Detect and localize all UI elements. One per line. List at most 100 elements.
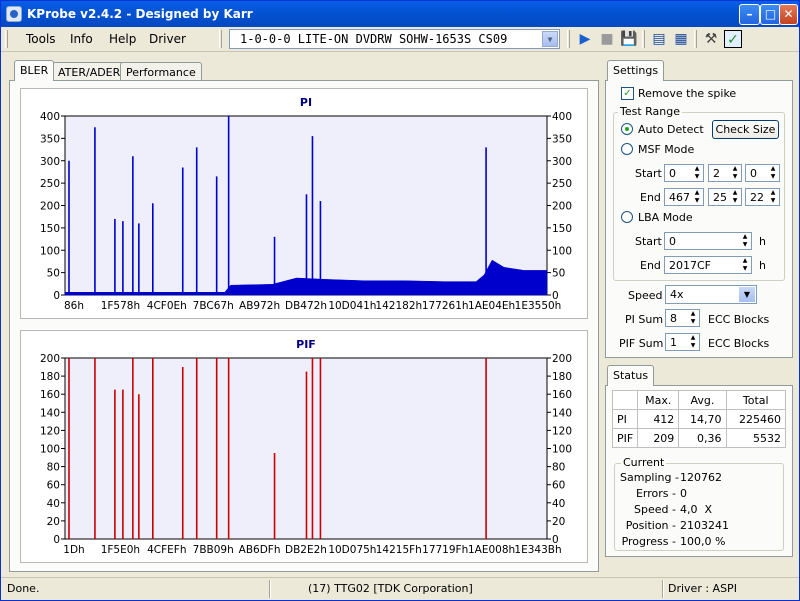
auto-detect-label: Auto Detect (638, 123, 704, 136)
window-title: KProbe v2.4.2 - Designed by Karr (27, 7, 253, 21)
progress-value: 100,0 % (680, 535, 726, 548)
pi-sum-input[interactable]: 8 ▲ ▼ (665, 309, 700, 327)
pif-y-tick-label-right: 100 (552, 444, 572, 456)
bler-panel: PI 0 0 50 50 100 100 150 150 200 200 250 250 300 300 35… (9, 80, 599, 572)
pi-sum-label: PI Sum (625, 313, 664, 326)
pif-total: 5532 (725, 428, 787, 448)
speed-select[interactable]: 4x ▼ (665, 285, 757, 304)
pi-x-tick-label: 7BC67h (193, 300, 234, 312)
auto-detect-radio[interactable] (621, 123, 633, 135)
tab-status[interactable]: Status (607, 365, 655, 386)
spin-arrows-icon[interactable]: ▲ ▼ (687, 334, 699, 350)
device-select[interactable]: 1-0-0-0 LITE-ON DVDRW SOHW-1653S CS09 ▼ (229, 29, 560, 49)
pi-x-tick-label: AB972h (239, 300, 280, 312)
spin-arrows-icon[interactable]: ▲ ▼ (691, 189, 703, 205)
menu-help[interactable]: Help (109, 32, 136, 46)
pi-x-tick-label: 1AE04Eh (468, 300, 515, 312)
msf-end-min[interactable]: 467 ▲ ▼ (664, 188, 704, 206)
menu-tools[interactable]: Tools (26, 32, 56, 46)
pi-ecc-blocks-label: ECC Blocks (708, 313, 770, 326)
position-label: Position - (625, 519, 676, 532)
lba-start-input[interactable]: 0 ▲ ▼ (664, 232, 752, 250)
speed-status-label: Speed - (634, 503, 676, 516)
pif-avg: 0,36 (678, 428, 727, 448)
spin-arrows-icon[interactable]: ▲ ▼ (687, 310, 699, 326)
play-icon[interactable]: ▶ (576, 30, 594, 48)
stats-header-row: Max. Avg. Total (611, 390, 787, 410)
check-size-button[interactable]: Check Size (712, 120, 779, 139)
lba-mode-radio[interactable] (621, 211, 633, 223)
spin-arrows-icon[interactable]: ▲ ▼ (767, 165, 779, 181)
save-icon[interactable]: 💾 (620, 30, 638, 48)
calendar-grid-icon[interactable]: ▦ (672, 30, 690, 48)
close-button[interactable]: ✕ (779, 4, 798, 25)
spin-arrows-icon[interactable]: ▲ ▼ (739, 233, 751, 249)
pif-y-tick-label: 180 (40, 371, 60, 383)
msf-start-min[interactable]: 0 ▲ ▼ (664, 164, 704, 182)
current-legend: Current (621, 456, 667, 469)
chevron-down-icon[interactable]: ▼ (739, 287, 755, 302)
pif-x-tick-label: 1F5E0h (101, 544, 140, 556)
main-window: KProbe v2.4.2 - Designed by Karr – □ ✕ T… (0, 0, 800, 601)
pif-x-tick-label: DB2E2h (285, 544, 327, 556)
pi-x-tick-label: 10D041h (328, 300, 376, 312)
spin-arrows-icon[interactable]: ▲ ▼ (691, 165, 703, 181)
status-media: (17) TTG02 [TDK Corporation] (308, 582, 473, 595)
pif-chart: PIF 0 0 20 20 40 40 60 60 80 80 100 100 120 120 140 140 1… (20, 330, 588, 563)
msf-start-frame[interactable]: 0 ▲ ▼ (745, 164, 780, 182)
spin-arrows-icon[interactable]: ▲ ▼ (729, 165, 741, 181)
row-label: PIF (611, 428, 639, 448)
status-bar: Done. (17) TTG02 [TDK Corporation] Drive… (1, 577, 799, 600)
chevron-down-icon[interactable]: ▼ (542, 31, 558, 47)
remove-spike-checkbox[interactable]: ✓ (621, 87, 634, 100)
pi-y-tick-label: 200 (40, 201, 60, 213)
lba-end-input[interactable]: 2017CF ▲ ▼ (664, 256, 752, 274)
remove-spike-label: Remove the spike (638, 87, 737, 100)
msf-end-sec[interactable]: 25 ▲ ▼ (708, 188, 742, 206)
pif-y-tick-label: 20 (47, 516, 60, 528)
maximize-button[interactable]: □ (760, 4, 781, 25)
header-total: Total (725, 390, 787, 410)
status-panel: Max. Avg. Total PI 412 14,70 225460 PIF … (605, 385, 793, 557)
status-separator (662, 580, 664, 598)
spin-arrows-icon[interactable]: ▲ ▼ (767, 189, 779, 205)
pi-x-tick-label: DB472h (285, 300, 327, 312)
toolbar-grip-4 (694, 30, 697, 48)
title-bar[interactable]: KProbe v2.4.2 - Designed by Karr – □ ✕ (1, 1, 799, 27)
sampling-label: Sampling - (620, 471, 679, 484)
tab-settings[interactable]: Settings (607, 60, 665, 81)
lba-end-hex-suffix: h (759, 259, 766, 272)
tab-performance[interactable]: Performance (120, 62, 202, 81)
pi-y-tick-label-right: 250 (552, 178, 572, 190)
stats-row-pi: PI 412 14,70 225460 (611, 409, 787, 429)
tab-bler[interactable]: BLER (14, 60, 55, 81)
pif-y-tick-label: 140 (40, 407, 60, 419)
pif-y-tick-label: 100 (40, 444, 60, 456)
pif-x-tick-label: 14215Fh (376, 544, 422, 556)
minimize-button[interactable]: – (739, 4, 760, 25)
menu-info[interactable]: Info (70, 32, 93, 46)
header-max: Max. (637, 390, 680, 410)
pif-y-tick-label-right: 200 (552, 353, 572, 365)
spin-arrows-icon[interactable]: ▲ ▼ (739, 257, 751, 273)
msf-end-frame[interactable]: 22 ▲ ▼ (745, 188, 780, 206)
pif-y-tick-label-right: 120 (552, 425, 572, 437)
stop-icon[interactable]: ■ (598, 30, 616, 48)
pif-x-tick-label: 1E343Bh (514, 544, 561, 556)
pif-sum-input[interactable]: 1 ▲ ▼ (665, 333, 700, 351)
tools-icon[interactable]: ⚒ (702, 30, 720, 48)
sampling-value: 120762 (680, 471, 722, 484)
menu-driver[interactable]: Driver (149, 32, 186, 46)
msf-mode-radio[interactable] (621, 143, 633, 155)
pi-x-tick-label: 4CF0Eh (147, 300, 187, 312)
toolbar-grip-2 (567, 30, 570, 48)
row-label: PI (611, 409, 639, 429)
pif-y-tick-label: 80 (47, 462, 60, 474)
graph-icon[interactable]: ✓ (724, 30, 742, 48)
msf-start-sec[interactable]: 2 ▲ ▼ (708, 164, 742, 182)
spin-arrows-icon[interactable]: ▲ ▼ (729, 189, 741, 205)
tab-ater-ader[interactable]: ATER/ADER (52, 62, 127, 81)
layout-split-icon[interactable]: ▤ (650, 30, 668, 48)
pif-y-tick-label-right: 180 (552, 371, 572, 383)
pi-y-tick-label: 100 (40, 245, 60, 257)
